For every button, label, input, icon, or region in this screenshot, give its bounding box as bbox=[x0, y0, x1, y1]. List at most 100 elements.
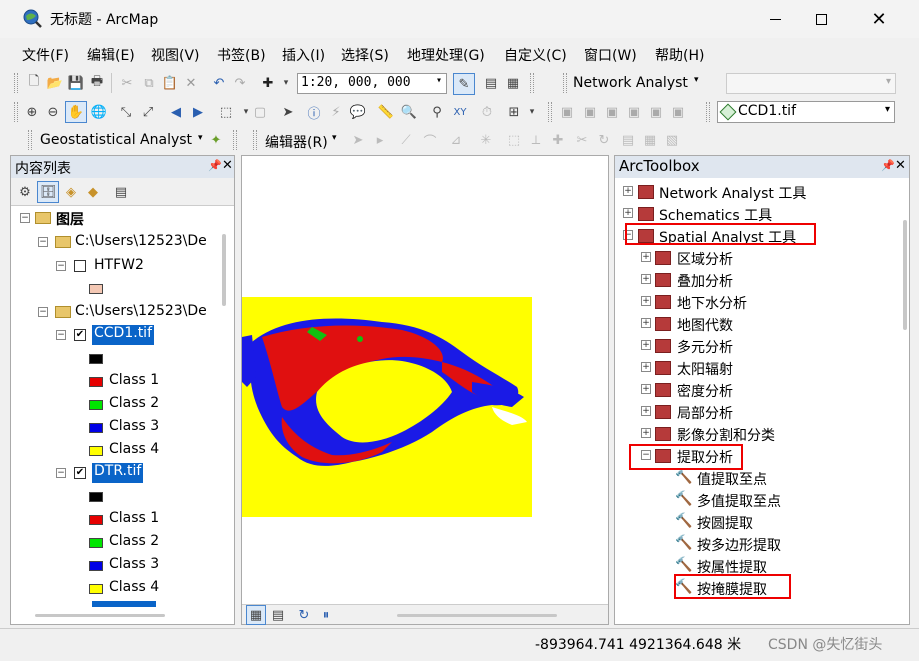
collapse-icon[interactable]: − bbox=[56, 330, 66, 340]
zoom-in-icon[interactable]: ⊕ bbox=[22, 102, 42, 122]
map-scale-combo[interactable]: 1:20, 000, 000 ▾ bbox=[297, 73, 447, 94]
expand-icon[interactable]: + bbox=[641, 340, 651, 350]
find-icon[interactable]: 🔍 bbox=[399, 102, 419, 122]
expand-icon[interactable]: + bbox=[641, 406, 651, 416]
close-icon[interactable]: ✕ bbox=[895, 158, 906, 173]
spatial-analyst-disabled-icon[interactable]: ▣ bbox=[624, 102, 644, 122]
toolbar-grip[interactable] bbox=[233, 130, 237, 150]
measure-icon[interactable]: 📏 bbox=[376, 102, 396, 122]
list-by-drawing-order-icon[interactable]: ⚙ bbox=[15, 182, 35, 202]
refresh-icon[interactable]: ↻ bbox=[294, 605, 314, 625]
toolbar-grip[interactable] bbox=[530, 73, 534, 93]
toolbox-schematics[interactable]: Schematics 工具 bbox=[659, 205, 772, 225]
toolbar-grip[interactable] bbox=[706, 102, 710, 122]
toolset-segmentation-classification[interactable]: 影像分割和分类 bbox=[677, 425, 775, 445]
open-folder-icon[interactable]: 📂 bbox=[45, 73, 65, 93]
pan-hand-icon[interactable]: ✋ bbox=[65, 101, 87, 123]
full-extent-globe-icon[interactable]: 🌐 bbox=[89, 102, 109, 122]
redo-icon[interactable]: ↷ bbox=[230, 73, 250, 93]
chevron-down-icon[interactable]: ▾ bbox=[522, 102, 542, 122]
tool-extract-multi-values-to-points[interactable]: 多值提取至点 bbox=[697, 491, 781, 511]
layer-visibility-checkbox[interactable]: ✔ bbox=[74, 467, 86, 479]
edit-annotation-icon[interactable]: ▸ bbox=[370, 130, 390, 150]
close-icon[interactable]: ✕ bbox=[222, 158, 233, 173]
list-by-source-icon[interactable]: 🗄 bbox=[37, 181, 59, 203]
split-icon[interactable]: ✂ bbox=[572, 130, 592, 150]
reshape-icon[interactable]: ⟂ bbox=[526, 130, 546, 150]
cut-icon[interactable]: ✂ bbox=[117, 73, 137, 93]
menu-edit[interactable]: 编辑(E) bbox=[87, 45, 135, 65]
expand-icon[interactable]: + bbox=[641, 252, 651, 262]
expand-icon[interactable]: + bbox=[641, 296, 651, 306]
network-layer-combo[interactable]: ▾ bbox=[726, 73, 896, 94]
toolbox-network-analyst[interactable]: Network Analyst 工具 bbox=[659, 183, 806, 203]
pause-drawing-icon[interactable]: ⏸ bbox=[316, 605, 336, 625]
expand-icon[interactable]: + bbox=[641, 428, 651, 438]
geostatistical-analyst-menu[interactable]: Geostatistical Analyst bbox=[40, 132, 192, 148]
menu-windows[interactable]: 窗口(W) bbox=[584, 45, 637, 65]
find-route-icon[interactable]: ⚲ bbox=[427, 102, 447, 122]
menu-file[interactable]: 文件(F) bbox=[22, 45, 69, 65]
tool-extract-by-circle[interactable]: 按圆提取 bbox=[697, 513, 753, 533]
fixed-zoom-out-icon[interactable]: ⤢ bbox=[138, 102, 158, 122]
spatial-analyst-disabled-icon[interactable]: ▣ bbox=[646, 102, 666, 122]
create-viewer-window-icon[interactable]: ⊞ bbox=[504, 102, 524, 122]
toolset-overlay[interactable]: 叠加分析 bbox=[677, 271, 733, 291]
clear-selection-icon[interactable]: ▢ bbox=[250, 102, 270, 122]
cut-polygons-icon[interactable]: ✚ bbox=[548, 130, 568, 150]
chevron-down-icon[interactable]: ▾ bbox=[332, 133, 337, 143]
rotate-icon[interactable]: ↻ bbox=[594, 130, 614, 150]
create-features-icon[interactable]: ▧ bbox=[662, 130, 682, 150]
toolset-groundwater[interactable]: 地下水分析 bbox=[677, 293, 747, 313]
edit-vertices-icon[interactable]: ⬚ bbox=[504, 130, 524, 150]
data-view-icon[interactable]: ▦ bbox=[246, 605, 266, 625]
network-analyst-toolbar-label[interactable]: Network Analyst bbox=[573, 75, 688, 91]
spatial-analyst-disabled-icon[interactable]: ▣ bbox=[557, 102, 577, 122]
layer-visibility-checkbox[interactable]: ✔ bbox=[74, 329, 86, 341]
map-horizontal-scrollbar[interactable] bbox=[397, 614, 557, 617]
layers-root-label[interactable]: 图层 bbox=[56, 209, 84, 229]
expand-icon[interactable]: + bbox=[623, 208, 633, 218]
expand-icon[interactable]: + bbox=[641, 362, 651, 372]
hyperlink-icon[interactable]: ⚡ bbox=[326, 102, 346, 122]
back-arrow-icon[interactable]: ◀ bbox=[166, 102, 186, 122]
select-features-icon[interactable]: ⬚ bbox=[216, 102, 236, 122]
save-icon[interactable]: 💾 bbox=[66, 73, 86, 93]
catalog-icon[interactable]: ▦ bbox=[503, 73, 523, 93]
undo-icon[interactable]: ↶ bbox=[209, 73, 229, 93]
tool-extract-values-to-points[interactable]: 值提取至点 bbox=[697, 469, 767, 489]
toolbar-grip[interactable] bbox=[14, 102, 18, 122]
menu-selection[interactable]: 选择(S) bbox=[341, 45, 389, 65]
menu-help[interactable]: 帮助(H) bbox=[655, 45, 704, 65]
attributes-icon[interactable]: ▤ bbox=[618, 130, 638, 150]
geostatistical-wizard-icon[interactable]: ✦ bbox=[206, 130, 226, 150]
edit-tool-icon[interactable]: ➤ bbox=[348, 130, 368, 150]
expand-icon[interactable]: + bbox=[641, 318, 651, 328]
print-icon[interactable]: 🖶 bbox=[87, 73, 107, 93]
layer-name-ccd1[interactable]: CCD1.tif bbox=[92, 325, 154, 345]
map-view[interactable]: ▦ ▤ ↻ ⏸ bbox=[241, 155, 609, 625]
fixed-zoom-in-icon[interactable]: ⤡ bbox=[116, 102, 136, 122]
close-button[interactable]: ✕ bbox=[856, 0, 902, 38]
straight-segment-icon[interactable]: ⟋ bbox=[396, 130, 416, 150]
toolset-solar-radiation[interactable]: 太阳辐射 bbox=[677, 359, 733, 379]
layer-visibility-checkbox[interactable] bbox=[74, 260, 86, 272]
list-by-selection-icon[interactable]: ◆ bbox=[83, 182, 103, 202]
toc-horizontal-scrollbar[interactable] bbox=[35, 614, 165, 617]
time-slider-icon[interactable]: ⏱ bbox=[477, 102, 497, 122]
trace-icon[interactable]: ⊿ bbox=[446, 130, 466, 150]
minimize-button[interactable] bbox=[752, 0, 798, 38]
collapse-icon[interactable]: − bbox=[56, 261, 66, 271]
menu-view[interactable]: 视图(V) bbox=[151, 45, 200, 65]
expand-icon[interactable]: + bbox=[641, 274, 651, 284]
paste-icon[interactable]: 📋 bbox=[160, 73, 180, 93]
collapse-icon[interactable]: − bbox=[38, 307, 48, 317]
tool-extract-by-polygon[interactable]: 按多边形提取 bbox=[697, 535, 781, 555]
collapse-icon[interactable]: − bbox=[56, 468, 66, 478]
table-of-contents-icon[interactable]: ▤ bbox=[481, 73, 501, 93]
toolset-map-algebra[interactable]: 地图代数 bbox=[677, 315, 733, 335]
spatial-analyst-disabled-icon[interactable]: ▣ bbox=[602, 102, 622, 122]
expand-icon[interactable]: + bbox=[641, 384, 651, 394]
point-icon[interactable]: ✳ bbox=[476, 130, 496, 150]
copy-icon[interactable]: ⧉ bbox=[139, 73, 159, 93]
